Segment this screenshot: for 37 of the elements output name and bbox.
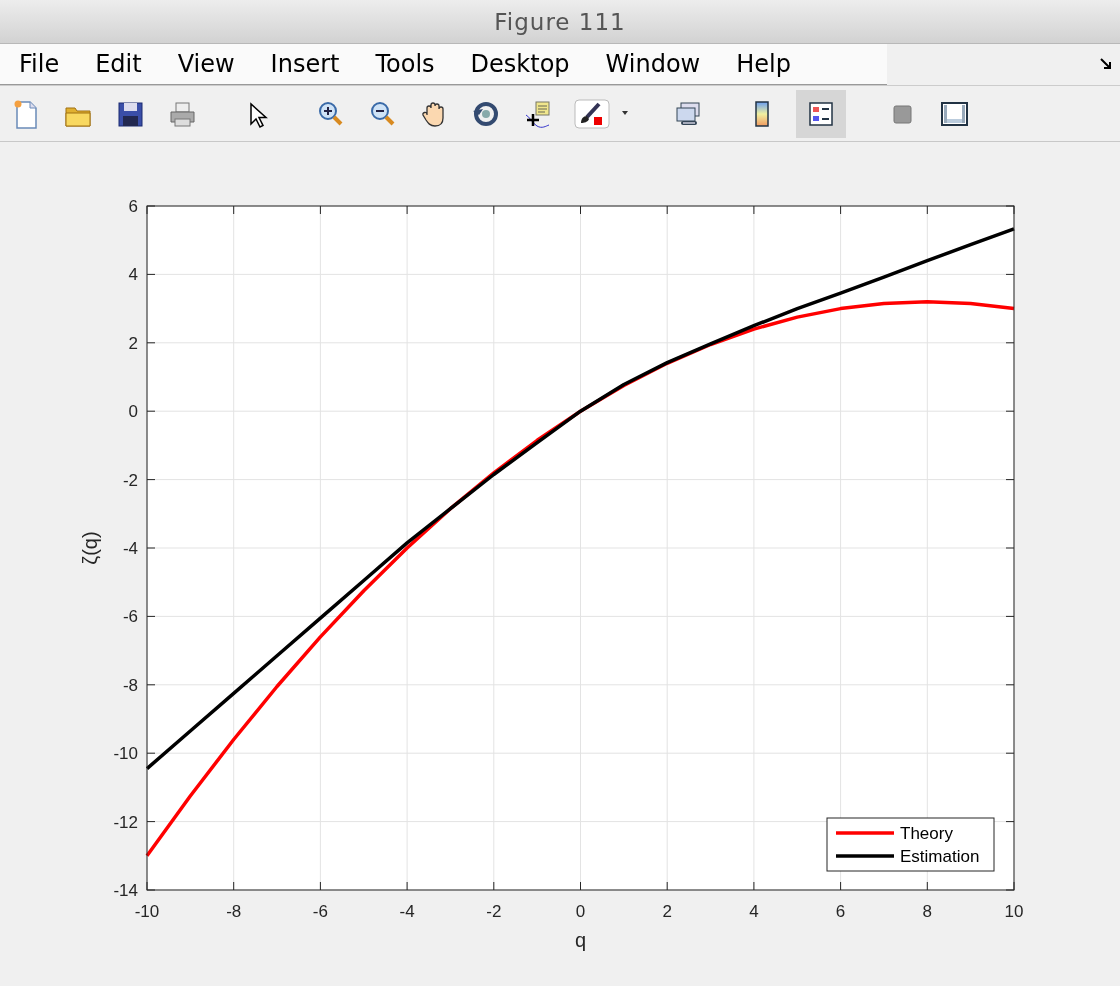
x-tick-label: 2	[662, 902, 672, 921]
x-tick-label: 8	[922, 902, 933, 921]
menu-item[interactable]: View	[177, 50, 235, 78]
y-axis-label: ζ(q)	[79, 531, 101, 565]
x-tick-label: -8	[226, 902, 242, 921]
y-tick-label: -14	[113, 881, 138, 900]
x-tick-label: 6	[835, 902, 846, 921]
legend-label: Theory	[900, 824, 953, 843]
legend-label: Estimation	[900, 847, 980, 866]
x-tick-label: -10	[134, 902, 160, 921]
menu-item[interactable]: Desktop	[470, 50, 570, 78]
menu-item[interactable]: File	[19, 50, 60, 78]
y-tick-label: -10	[113, 744, 138, 764]
y-tick-label: 4	[128, 265, 138, 285]
x-tick-label: 10	[1004, 902, 1024, 921]
y-tick-label: -8	[122, 675, 138, 695]
y-tick-label: 6	[128, 197, 138, 216]
y-tick-label: -4	[122, 539, 138, 558]
y-tick-label: -12	[113, 812, 138, 832]
y-tick-label: 2	[128, 333, 138, 353]
menu-item[interactable]: Help	[736, 50, 791, 78]
menu-item[interactable]: Edit	[95, 50, 142, 78]
menu-item[interactable]: Insert	[270, 50, 340, 78]
x-tick-label: -4	[399, 902, 415, 921]
x-tick-label: -2	[486, 902, 502, 921]
dock-arrow-icon[interactable]	[1100, 58, 1112, 70]
window-title: Figure 111	[494, 8, 626, 35]
y-tick-label: 0	[128, 402, 138, 422]
menu-item[interactable]: Window	[605, 50, 701, 78]
x-axis-label: q	[574, 929, 587, 951]
x-tick-label: 4	[749, 902, 759, 921]
y-tick-label: -2	[122, 470, 138, 490]
legend-button[interactable]	[796, 89, 846, 138]
menu-item[interactable]: Tools	[375, 50, 435, 78]
x-tick-label: -6	[312, 902, 328, 921]
x-tick-label: 0	[575, 902, 586, 921]
y-tick-label: -6	[122, 607, 138, 627]
